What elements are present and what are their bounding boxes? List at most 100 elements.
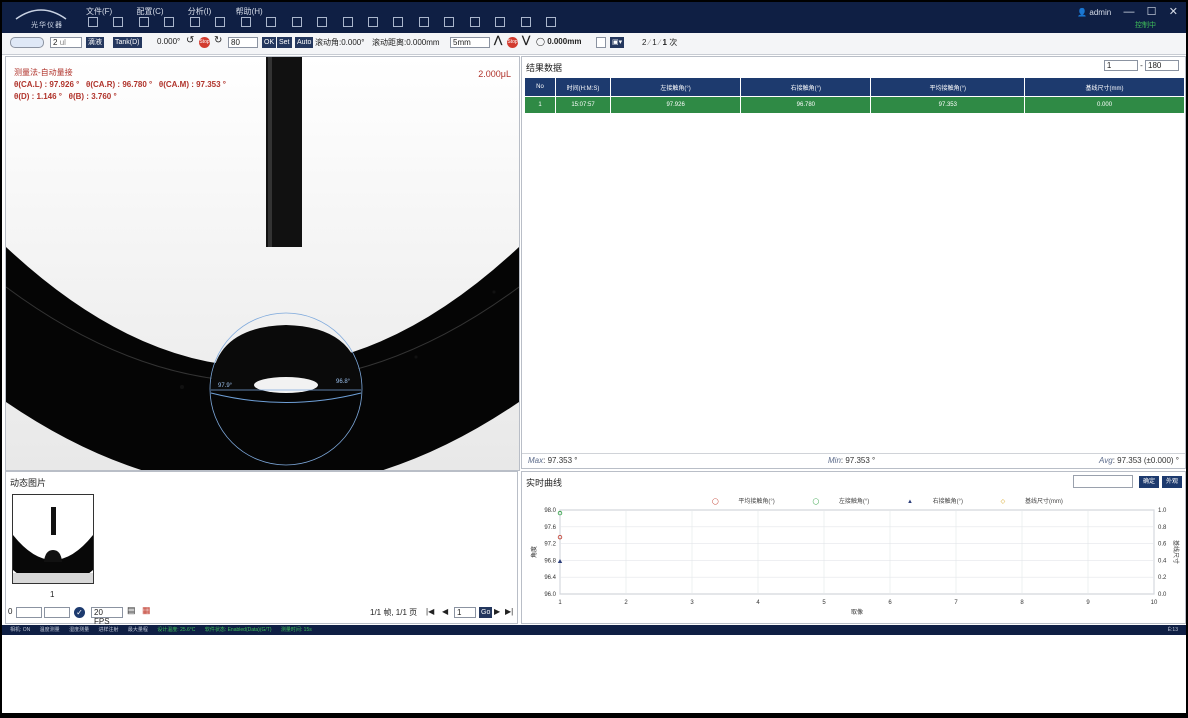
results-table: No 时间(H:M:S) 左接触角(°) 右接触角(°) 平均接触角(°) 基线…: [524, 77, 1185, 114]
status-item: 温度测量: [39, 627, 60, 633]
results-stats: Max: 97.353 ° Min: 97.353 ° Avg: 97.353 …: [522, 453, 1185, 468]
droplet-image: 97.9° 96.8°: [6, 57, 519, 470]
auto-button[interactable]: Auto: [295, 37, 314, 48]
results-panel: 结果数据 1 - 180 No 时间(H:M:S) 左接触角(°) 右接触角(°…: [521, 56, 1186, 469]
frame-start-input[interactable]: [16, 607, 42, 618]
camera-icon[interactable]: [138, 17, 149, 27]
frame-from: 0: [8, 607, 13, 616]
ca-right-readout: θ(CA.R) : 96.780 °: [86, 80, 153, 89]
ok-button[interactable]: OK: [262, 37, 277, 48]
left-angle-tag: 97.9°: [218, 383, 233, 389]
report-icon[interactable]: [444, 17, 455, 27]
status-right: Ē:13: [1167, 627, 1178, 633]
cell-time: 15:07:57: [555, 96, 611, 114]
open-icon[interactable]: [113, 17, 124, 27]
method-select[interactable]: Tank(D): [113, 37, 142, 48]
dispense-toggle[interactable]: [10, 37, 44, 48]
confirm-icon[interactable]: ✓: [74, 607, 85, 618]
thumbnail-label: 1: [50, 590, 55, 599]
measure-icon[interactable]: [367, 17, 378, 27]
col-no[interactable]: No: [524, 77, 556, 97]
col-baseline[interactable]: 基线尺寸(mm): [1024, 77, 1185, 97]
play-icon[interactable]: [291, 17, 302, 27]
curve-input[interactable]: [1073, 475, 1133, 488]
last-page-icon[interactable]: ▶|: [505, 607, 513, 616]
x-tick-label: 9: [1086, 600, 1090, 606]
x-tick-label: 3: [690, 600, 694, 606]
col-time[interactable]: 时间(H:M:S): [555, 77, 611, 97]
col-mean-angle[interactable]: 平均接触角(°): [870, 77, 1026, 97]
export-icon[interactable]: [240, 17, 251, 27]
first-page-icon[interactable]: |◀: [426, 607, 434, 616]
position-unit-select[interactable]: 5mm: [450, 37, 490, 48]
chart-icon[interactable]: [495, 17, 506, 27]
droplet-image-panel[interactable]: 97.9° 96.8° 测量法-自动量接 θ(CA.L) : 97.926 ° …: [5, 56, 520, 471]
table-row[interactable]: 1 15:07:57 97.926 96.780 97.353 0.000: [524, 96, 1185, 114]
frame-end-input[interactable]: [44, 607, 70, 618]
stop-icon[interactable]: Stop: [199, 37, 210, 48]
edit-icon[interactable]: [546, 17, 557, 27]
monitor-icon[interactable]: [342, 17, 353, 27]
angle-readout: 0.000°: [157, 37, 181, 46]
menu-analysis[interactable]: 分析(I): [188, 7, 212, 16]
record-icon[interactable]: [164, 17, 175, 27]
capture-icon[interactable]: [596, 37, 606, 48]
grid-icon[interactable]: [520, 17, 531, 27]
cell-baseline: 0.000: [1024, 96, 1185, 114]
export-images-icon[interactable]: ▦: [142, 605, 151, 616]
next-page-icon[interactable]: ▶: [494, 607, 500, 616]
realtime-curve-panel: 实时曲线 确定 外观 ◯ 平均接触角(°) ◯ 左接触角(°) ▲ 右接触角(°…: [521, 471, 1186, 624]
filter-icon[interactable]: [469, 17, 480, 27]
minimize-button[interactable]: —: [1123, 6, 1134, 18]
new-icon[interactable]: [88, 17, 98, 27]
menu-file[interactable]: 文件(F): [86, 7, 112, 16]
down-arrow-icon[interactable]: ⋁: [522, 35, 530, 46]
status-item: 湿度测量: [69, 627, 90, 633]
x-tick-label: 8: [1020, 600, 1024, 606]
dynamic-title: 动态图片: [10, 478, 47, 488]
image-icon[interactable]: [189, 17, 200, 27]
refresh-icon[interactable]: [393, 17, 404, 27]
prev-page-icon[interactable]: ◀: [442, 607, 448, 616]
measure-toolbar: 2 ul 滴液 Tank(D) 0.000° ↺ Stop ↻ 80 OK Se…: [2, 33, 1186, 55]
x-tick-label: 4: [756, 600, 760, 606]
fps-input[interactable]: 20 FPS: [91, 607, 123, 626]
title-bar: 光华仪器 文件(F) 配置(C) 分析(I) 帮助(H) 👤 admin — ☐…: [2, 2, 1186, 33]
username[interactable]: admin: [1089, 8, 1111, 17]
y2-tick-label: 0.2: [1158, 575, 1167, 581]
frame-thumbnail[interactable]: [12, 494, 94, 584]
curve-style-button[interactable]: 外观: [1162, 476, 1182, 488]
page-input[interactable]: 1: [454, 607, 476, 618]
range-to-input[interactable]: 180: [1145, 60, 1179, 71]
menu-help[interactable]: 帮助(H): [236, 7, 263, 16]
menu-config[interactable]: 配置(C): [136, 7, 163, 16]
close-button[interactable]: ✕: [1169, 5, 1178, 18]
settings-icon[interactable]: [266, 17, 277, 27]
cell-mean-angle: 97.353: [870, 96, 1026, 114]
stop-stage-icon[interactable]: Stop: [507, 37, 518, 48]
rotate-ccw-icon[interactable]: ↺: [186, 35, 194, 46]
cell-right-angle: 96.780: [740, 96, 872, 114]
col-left-angle[interactable]: 左接触角(°): [609, 77, 742, 97]
maximize-button[interactable]: ☐: [1147, 5, 1157, 18]
curve-confirm-button[interactable]: 确定: [1139, 476, 1159, 488]
step-input[interactable]: 2 ul: [50, 37, 82, 48]
rotate-cw-icon[interactable]: ↻: [214, 35, 222, 46]
mode-select[interactable]: 滴液: [86, 37, 104, 48]
x-tick-label: 6: [888, 600, 892, 606]
cell-left-angle: 97.926: [609, 96, 742, 114]
x-tick-label: 2: [624, 600, 628, 606]
plot-area: [559, 509, 1155, 595]
list-icon[interactable]: ▤: [127, 605, 136, 616]
range-from-input[interactable]: 1: [1103, 60, 1138, 71]
stop-icon[interactable]: [317, 17, 328, 27]
set-button[interactable]: Set: [277, 37, 292, 48]
repeat-select[interactable]: ▣▾: [610, 37, 625, 48]
speed-input[interactable]: 80: [228, 37, 258, 48]
save-icon[interactable]: [215, 17, 226, 27]
go-button[interactable]: Go: [479, 607, 493, 618]
col-right-angle[interactable]: 右接触角(°): [740, 77, 872, 97]
up-arrow-icon[interactable]: ⋀: [494, 35, 502, 46]
window-controls: 👤 admin — ☐ ✕: [1077, 5, 1178, 18]
calc-icon[interactable]: [418, 17, 429, 27]
